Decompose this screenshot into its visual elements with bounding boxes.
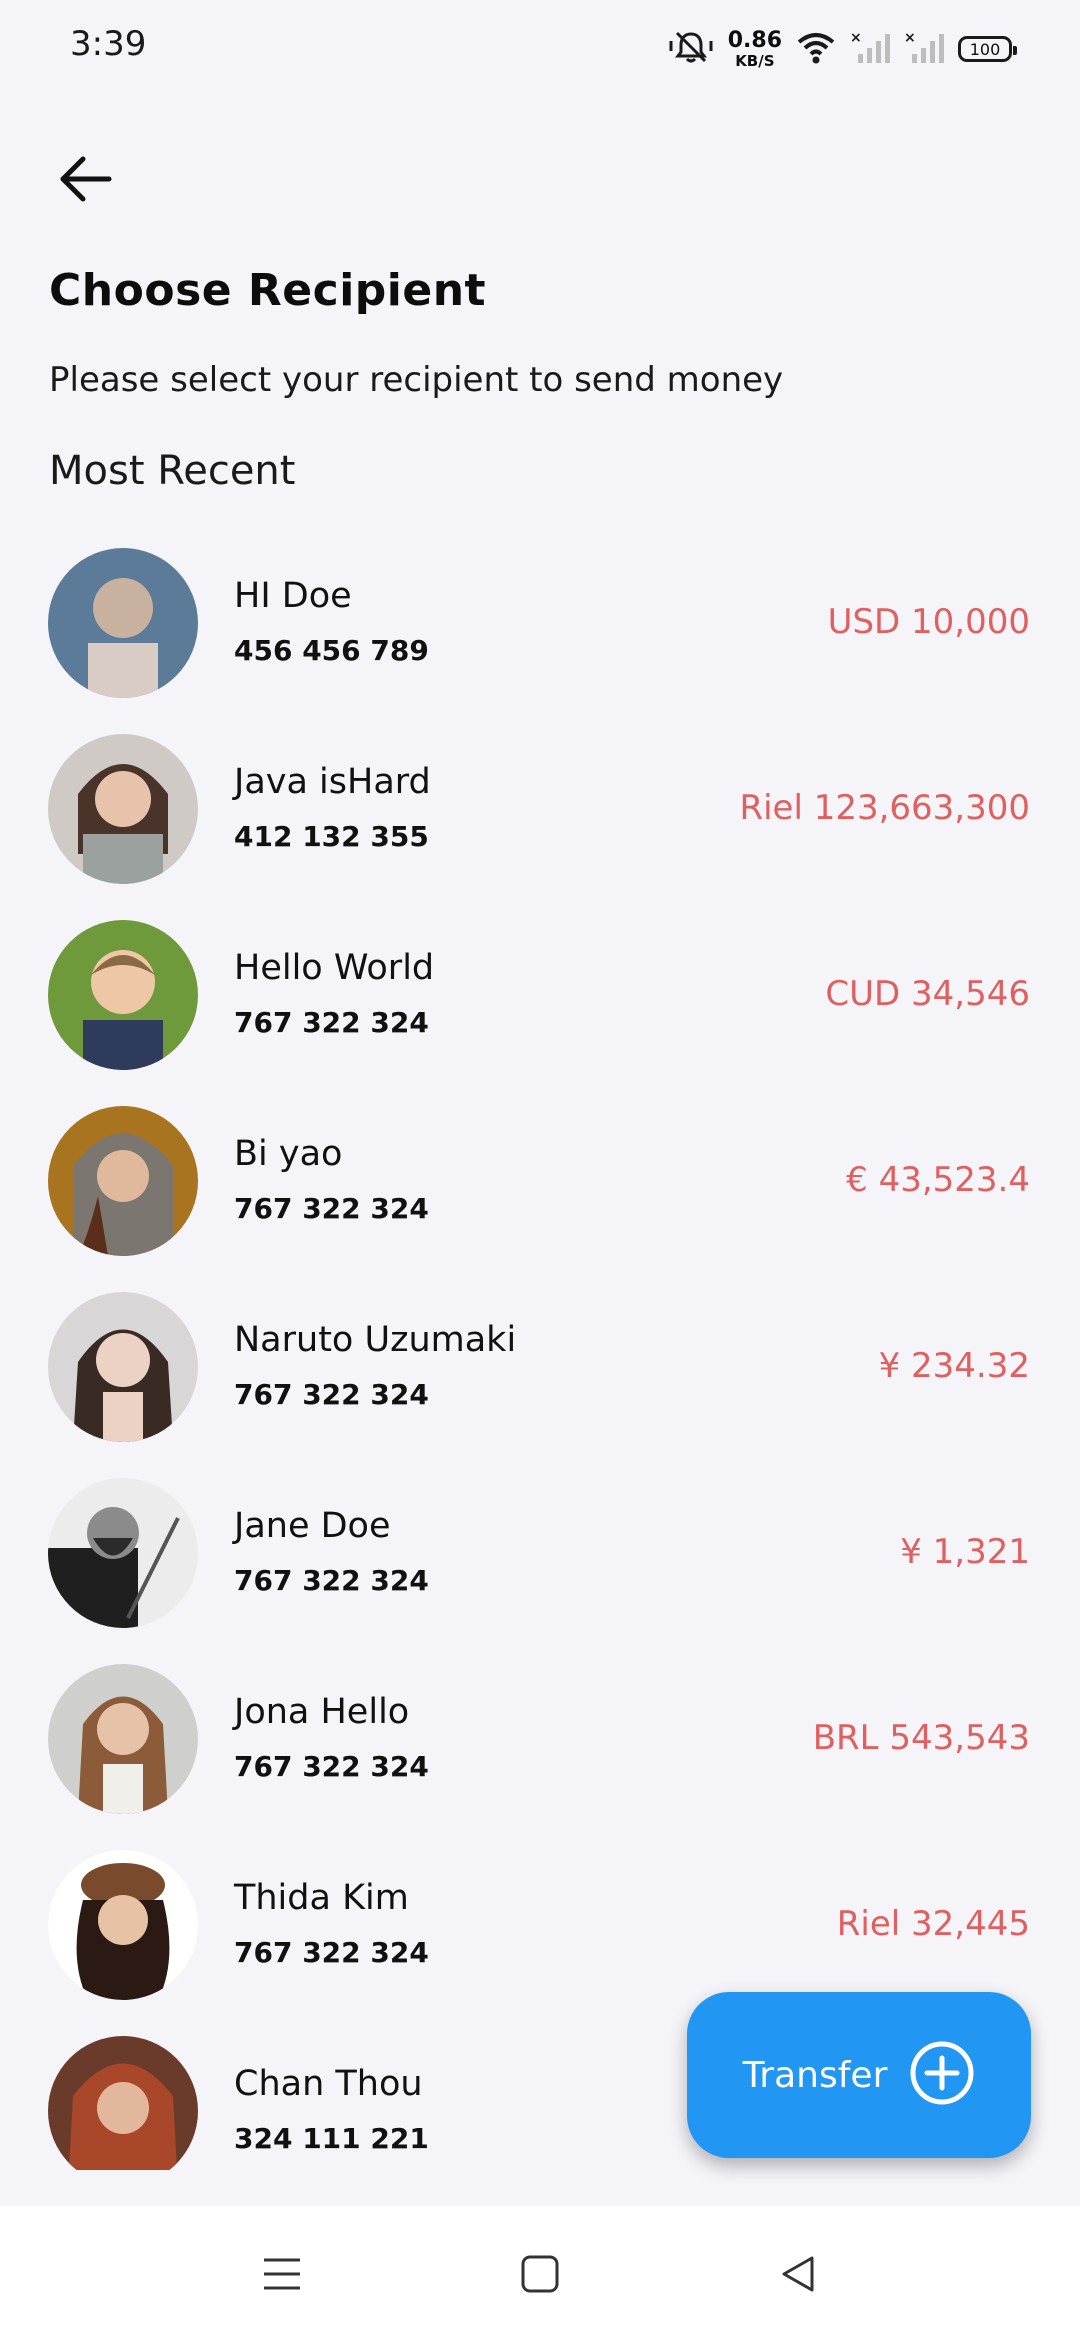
recipient-phone: 767 322 324	[234, 1378, 429, 1411]
avatar	[48, 1850, 198, 2000]
recipient-list: HI Doe 456 456 789 USD 10,000 Java isHar…	[0, 548, 1080, 2170]
avatar	[48, 2036, 198, 2170]
wifi-icon	[796, 30, 836, 68]
recipient-amount: Riel 123,663,300	[739, 788, 1030, 828]
recipient-phone: 324 111 221	[234, 2122, 429, 2155]
recipient-row[interactable]: Jane Doe 767 322 324 ¥ 1,321	[0, 1478, 1080, 1664]
recipient-name: HI Doe	[234, 576, 352, 616]
recipient-name: Bi yao	[234, 1134, 343, 1174]
recipient-amount: € 43,523.4	[846, 1160, 1030, 1200]
avatar	[48, 548, 198, 698]
recipient-phone: 767 322 324	[234, 1750, 429, 1783]
recipient-name: Hello World	[234, 948, 435, 988]
system-nav-bar	[0, 2206, 1080, 2340]
recipient-amount: BRL 543,543	[812, 1718, 1030, 1758]
recipient-name: Thida Kim	[234, 1878, 409, 1918]
svg-text:×: ×	[850, 30, 862, 46]
recipient-name: Naruto Uzumaki	[234, 1320, 517, 1360]
recipient-row[interactable]: HI Doe 456 456 789 USD 10,000	[0, 548, 1080, 734]
avatar	[48, 1292, 198, 1442]
avatar	[48, 1106, 198, 1256]
battery-icon: 100	[958, 36, 1017, 62]
avatar	[48, 1478, 198, 1628]
status-icons: 0.86 KB/S × × 100	[668, 27, 1017, 70]
recipient-amount: Riel 32,445	[836, 1904, 1030, 1944]
avatar	[48, 920, 198, 1070]
back-nav-button[interactable]	[768, 2246, 828, 2306]
section-title-most-recent: Most Recent	[49, 448, 296, 494]
recipient-name: Jona Hello	[234, 1692, 410, 1732]
recipient-phone: 767 322 324	[234, 1564, 429, 1597]
square-icon	[520, 2254, 560, 2298]
recipient-row[interactable]: Jona Hello 767 322 324 BRL 543,543	[0, 1664, 1080, 1850]
menu-button[interactable]	[252, 2246, 312, 2306]
page-title: Choose Recipient	[49, 265, 487, 316]
network-speed: 0.86 KB/S	[727, 27, 782, 70]
recipient-phone: 456 456 789	[234, 634, 429, 667]
recipient-row[interactable]: Java isHard 412 132 355 Riel 123,663,300	[0, 734, 1080, 920]
signal-icon-2: ×	[904, 30, 944, 68]
triangle-back-icon	[778, 2254, 818, 2298]
page-subtitle: Please select your recipient to send mon…	[49, 360, 784, 400]
recipient-phone: 767 322 324	[234, 1006, 429, 1039]
back-button[interactable]	[50, 148, 120, 214]
home-button[interactable]	[510, 2246, 570, 2306]
recipient-name: Chan Thou	[234, 2064, 423, 2104]
arrow-left-icon	[57, 154, 113, 208]
recipient-amount: ¥ 1,321	[900, 1532, 1030, 1572]
recipient-amount: USD 10,000	[827, 602, 1030, 642]
signal-icon: ×	[850, 30, 890, 68]
plus-circle-icon	[909, 2040, 975, 2110]
recipient-row[interactable]: Hello World 767 322 324 CUD 34,546	[0, 920, 1080, 1106]
recipient-amount: ¥ 234.32	[878, 1346, 1030, 1386]
recipient-phone: 767 322 324	[234, 1192, 429, 1225]
network-speed-unit: KB/S	[735, 51, 775, 70]
recipient-name: Java isHard	[234, 762, 431, 802]
avatar	[48, 734, 198, 884]
recipient-phone: 767 322 324	[234, 1936, 429, 1969]
network-speed-value: 0.86	[727, 27, 782, 53]
avatar	[48, 1664, 198, 1814]
svg-text:×: ×	[904, 30, 916, 46]
mute-bell-icon	[668, 29, 714, 69]
transfer-button-label: Transfer	[742, 2054, 888, 2096]
transfer-button[interactable]: Transfer	[687, 1992, 1031, 2158]
status-time: 3:39	[70, 24, 147, 64]
status-bar: 3:39 0.86 KB/S × × 100	[0, 0, 1080, 100]
menu-icon	[262, 2254, 302, 2298]
recipient-row[interactable]: Bi yao 767 322 324 € 43,523.4	[0, 1106, 1080, 1292]
recipient-phone: 412 132 355	[234, 820, 429, 853]
recipient-name: Jane Doe	[234, 1506, 391, 1546]
recipient-row[interactable]: Naruto Uzumaki 767 322 324 ¥ 234.32	[0, 1292, 1080, 1478]
recipient-amount: CUD 34,546	[825, 974, 1030, 1014]
